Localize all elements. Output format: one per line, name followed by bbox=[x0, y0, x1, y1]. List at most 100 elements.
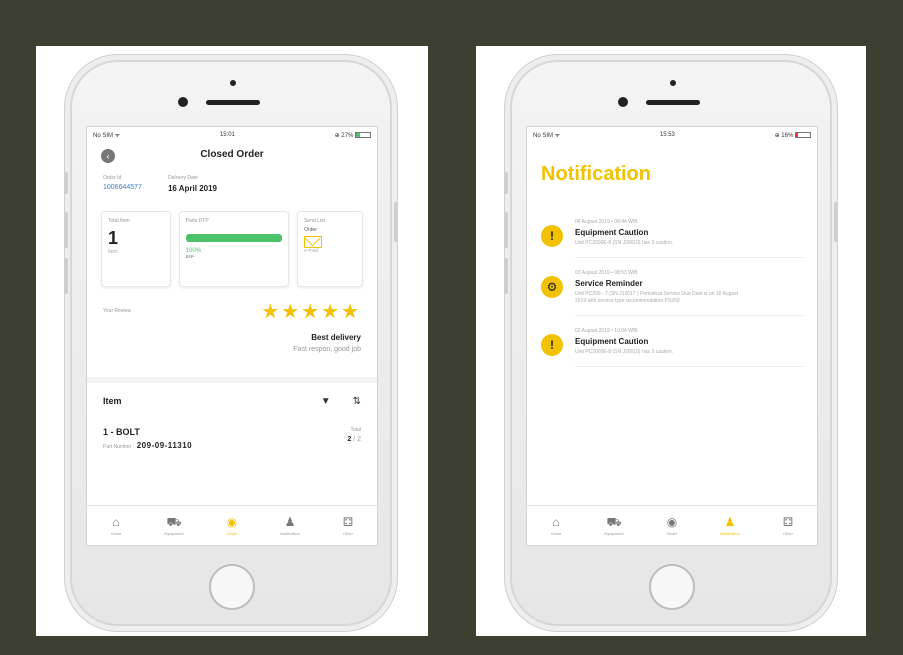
status-bar: No SIM ᯤ 15:01 ⊕ 27% bbox=[87, 127, 377, 143]
home-icon: ⌂ bbox=[552, 515, 560, 529]
send-list-label: Send List bbox=[304, 218, 325, 224]
summary-cards: Total Item 1 Item Parts DTP 100% DTP Sen… bbox=[87, 211, 377, 287]
home-icon: ⌂ bbox=[112, 515, 120, 529]
review-text: Fast respon, good job bbox=[293, 346, 361, 353]
clock: 15:01 bbox=[219, 132, 235, 138]
tab-label: Notification bbox=[280, 531, 300, 536]
phone-frame: No SIM ᯤ 15:53 ⊕ 16% Notification ! 04 A… bbox=[504, 60, 838, 626]
item-tools: ▼ ⇅ bbox=[321, 396, 361, 407]
review-title: Best delivery bbox=[311, 333, 361, 342]
tab-equipment[interactable]: ⛟ Equipment bbox=[588, 515, 640, 536]
review-row: Your Review ★★★★★ bbox=[87, 287, 377, 323]
carrier-label: No SIM ᯤ bbox=[533, 133, 561, 139]
order-icon: ◉ bbox=[666, 515, 678, 529]
power-button bbox=[394, 202, 398, 242]
order-id-block: Order Id 1006644577 bbox=[103, 175, 142, 211]
right-panel: No SIM ᯤ 15:53 ⊕ 16% Notification ! 04 A… bbox=[476, 46, 866, 636]
tab-other[interactable]: ⚃ Other bbox=[762, 515, 814, 536]
tab-bar: ⌂ Home ⛟ Equipment ◉ Order ♟ Notification ⚃ O… bbox=[87, 505, 377, 545]
clock: 15:53 bbox=[659, 132, 675, 138]
earpiece-speaker bbox=[206, 100, 260, 105]
tab-home[interactable]: ⌂ Home bbox=[90, 515, 142, 536]
battery-indicator: ⊕ 27% bbox=[335, 131, 371, 139]
tab-other[interactable]: ⚃ Other bbox=[322, 515, 374, 536]
earpiece-speaker bbox=[646, 100, 700, 105]
tab-label: Order bbox=[666, 531, 678, 536]
total-item-value: 1 bbox=[108, 228, 119, 248]
mute-switch bbox=[64, 172, 68, 194]
send-list-card[interactable]: Send List Order e-mail bbox=[297, 211, 363, 287]
part-number-value: 209-09-11310 bbox=[136, 441, 193, 450]
total-label: Total bbox=[350, 427, 361, 433]
item-total: Total 2 / 2 bbox=[347, 427, 361, 465]
notification-date: 03 August 2019 • 08:53 WIB bbox=[575, 270, 638, 276]
closed-order-screen: No SIM ᯤ 15:01 ⊕ 27% ‹ Closed Order Orde… bbox=[86, 126, 378, 546]
item-name: 1 - BOLT bbox=[103, 427, 140, 437]
parts-foot: DTP bbox=[185, 254, 194, 259]
tab-order[interactable]: ◉ Order bbox=[646, 515, 698, 536]
list-item[interactable]: 1 - BOLT Part Number 209-09-11310 Total … bbox=[87, 419, 377, 465]
bell-icon: ♟ bbox=[724, 515, 736, 529]
notification-body: 03 August 2019 • 08:53 WIB Service Remin… bbox=[575, 270, 803, 316]
notification-title: Equipment Caution bbox=[575, 337, 649, 346]
front-camera bbox=[618, 97, 628, 107]
notification-body: 04 August 2019 • 08:44 WIB Equipment Cau… bbox=[575, 219, 803, 258]
grid-icon: ⚃ bbox=[342, 515, 354, 529]
phone-frame: No SIM ᯤ 15:01 ⊕ 27% ‹ Closed Order Orde… bbox=[64, 60, 398, 626]
battery-text: ⊕ 16% bbox=[774, 132, 794, 139]
proximity-sensor bbox=[230, 80, 236, 86]
battery-icon bbox=[354, 131, 371, 138]
notification-item[interactable]: ! 02 August 2019 • 10:04 WIB Equipment C… bbox=[527, 316, 817, 367]
carrier-label: No SIM ᯤ bbox=[93, 133, 121, 139]
warning-icon: ! bbox=[541, 334, 563, 356]
battery-indicator: ⊕ 16% bbox=[774, 131, 811, 139]
delivery-date-value: 16 April 2019 bbox=[167, 184, 218, 193]
bell-icon: ♟ bbox=[284, 515, 296, 529]
tab-equipment[interactable]: ⛟ Equipment bbox=[148, 515, 200, 536]
order-icon: ◉ bbox=[226, 515, 238, 529]
mute-switch bbox=[504, 172, 508, 194]
notification-text: Unit PC2000E-8 (SN J20010) has 3 caution… bbox=[575, 240, 674, 246]
tab-label: Equipment bbox=[604, 531, 624, 536]
parts-progress-bar bbox=[185, 234, 282, 242]
order-id-link[interactable]: 1006644577 bbox=[103, 184, 142, 191]
tab-home[interactable]: ⌂ Home bbox=[530, 515, 582, 536]
volume-down-button bbox=[504, 258, 508, 294]
tab-notification[interactable]: ♟ Notification bbox=[264, 515, 316, 536]
total-max: / 2 bbox=[351, 436, 361, 443]
notification-date: 02 August 2019 • 10:04 WIB bbox=[575, 328, 638, 334]
tab-label: Equipment bbox=[164, 531, 184, 536]
power-button bbox=[834, 202, 838, 242]
order-id-label: Order Id bbox=[103, 175, 122, 181]
service-icon: ⚙ bbox=[541, 276, 563, 298]
notification-screen: No SIM ᯤ 15:53 ⊕ 16% Notification ! 04 A… bbox=[526, 126, 818, 546]
order-meta: Order Id 1006644577 Delivery Date 16 Apr… bbox=[87, 175, 377, 211]
notification-item[interactable]: ! 04 August 2019 • 08:44 WIB Equipment C… bbox=[527, 207, 817, 258]
parts-dtp-label: Parts DTP bbox=[185, 218, 209, 224]
notification-text: Unit PC200 - 7 (SN J12017 ) Periodical S… bbox=[575, 291, 739, 304]
tab-label: Home bbox=[550, 531, 562, 536]
sort-icon[interactable]: ⇅ bbox=[353, 396, 361, 407]
notification-date: 04 August 2019 • 08:44 WIB bbox=[575, 219, 638, 225]
home-button[interactable] bbox=[209, 564, 255, 610]
tab-bar: ⌂ Home ⛟ Equipment ◉ Order ♟ Notification ⚃ O… bbox=[527, 505, 817, 545]
item-info: 1 - BOLT Part Number 209-09-11310 bbox=[103, 427, 192, 465]
part-number: Part Number 209-09-11310 bbox=[103, 441, 192, 450]
navigation-bar: ‹ Closed Order bbox=[87, 143, 377, 175]
filter-icon[interactable]: ▼ bbox=[321, 396, 331, 407]
tab-label: Order bbox=[226, 531, 238, 536]
warning-icon: ! bbox=[541, 225, 563, 247]
tab-notification[interactable]: ♟ Notification bbox=[704, 515, 756, 536]
notification-title: Equipment Caution bbox=[575, 228, 649, 237]
home-button[interactable] bbox=[649, 564, 695, 610]
tab-label: Other bbox=[782, 531, 793, 536]
tab-order[interactable]: ◉ Order bbox=[206, 515, 258, 536]
total-item-label: Total Item bbox=[108, 218, 130, 224]
status-bar: No SIM ᯤ 15:53 ⊕ 16% bbox=[527, 127, 817, 143]
proximity-sensor bbox=[670, 80, 676, 86]
notification-item[interactable]: ⚙ 03 August 2019 • 08:53 WIB Service Rem… bbox=[527, 258, 817, 316]
notification-body: 02 August 2019 • 10:04 WIB Equipment Cau… bbox=[575, 328, 803, 367]
tab-label: Other bbox=[342, 531, 353, 536]
page-title: Closed Order bbox=[200, 149, 264, 160]
delivery-date-label: Delivery Date bbox=[167, 175, 198, 181]
